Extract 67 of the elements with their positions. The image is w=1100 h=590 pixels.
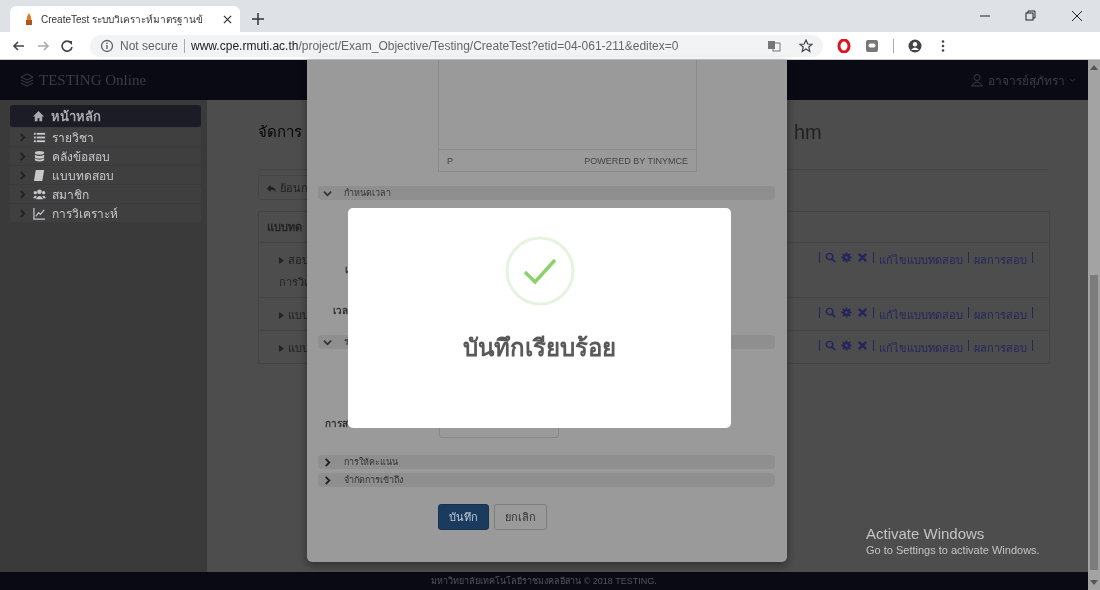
field-label: การส bbox=[325, 417, 348, 431]
reload-icon[interactable] bbox=[60, 38, 74, 53]
restore-icon[interactable] bbox=[1024, 9, 1038, 23]
delete-icon[interactable] bbox=[857, 307, 868, 318]
browser-tab[interactable]: CreateTest ระบบวิเคราะห์มาตรฐานข้ bbox=[10, 6, 240, 32]
account-icon[interactable] bbox=[908, 38, 922, 53]
save-button[interactable]: บันทึก bbox=[438, 504, 489, 530]
sidebar-item[interactable]: สมาชิก bbox=[10, 185, 201, 203]
sidebar-item[interactable]: รายวิชา bbox=[10, 128, 201, 146]
search-icon[interactable] bbox=[825, 340, 836, 351]
database-icon bbox=[33, 149, 46, 163]
activation-text: Go to Settings to activate Windows. bbox=[866, 544, 1040, 556]
section-header[interactable]: การให้คะแนน bbox=[318, 455, 775, 469]
footer-text: มหาวิทยาลัยเทคโนโลยีราชมงคลอีสาน © 2018 TESTING. bbox=[431, 575, 657, 588]
search-icon[interactable] bbox=[825, 252, 836, 263]
back-arrow-icon[interactable] bbox=[12, 38, 26, 53]
activation-title: Activate Windows bbox=[866, 525, 986, 542]
url-text: www.cpe.rmuti.ac.th/project/Exam_Objective/Testing/CreateTest?etid=04-061-211&editex=0 bbox=[191, 38, 679, 53]
page-title: จัดการ bbox=[258, 122, 303, 142]
settings-icon[interactable] bbox=[841, 340, 852, 351]
settings-icon[interactable] bbox=[841, 252, 852, 263]
field-label: เวล bbox=[333, 304, 348, 318]
scroll-up-icon[interactable] bbox=[1090, 64, 1098, 70]
sidebar-item[interactable]: หน้าหลัก bbox=[10, 105, 201, 127]
address-bar[interactable]: Not secure www.cpe.rmuti.ac.th/project/Exam_Objective/Testing/CreateTest?etid=04-061-211&editex=0 bbox=[90, 34, 823, 57]
section-header[interactable]: กำหนดเวลา bbox=[318, 186, 775, 200]
layers-icon bbox=[20, 73, 34, 87]
sidebar-item[interactable]: คลังข้อสอบ bbox=[10, 147, 201, 165]
opera-icon[interactable] bbox=[837, 38, 851, 53]
users-icon bbox=[33, 187, 46, 201]
list-icon bbox=[33, 130, 46, 144]
caret-icon bbox=[279, 311, 284, 319]
forward-arrow-icon[interactable] bbox=[36, 38, 50, 53]
settings-icon[interactable] bbox=[841, 307, 852, 318]
delete-icon[interactable] bbox=[857, 340, 868, 351]
info-icon bbox=[100, 38, 114, 53]
scroll-down-icon[interactable] bbox=[1090, 580, 1098, 586]
cancel-button[interactable]: ยกเลิก bbox=[494, 504, 547, 530]
sidebar-item[interactable]: แบบทดสอบ bbox=[10, 166, 201, 184]
alert-title: บันทึกเรียบร้อย bbox=[463, 333, 616, 363]
delete-icon[interactable] bbox=[857, 252, 868, 263]
home-icon bbox=[32, 109, 45, 123]
success-check-icon bbox=[504, 236, 575, 306]
caret-icon bbox=[1069, 76, 1076, 84]
chevron-down-icon bbox=[323, 188, 332, 198]
field-label: เ bbox=[345, 263, 348, 277]
caret-icon bbox=[279, 344, 284, 352]
search-icon[interactable] bbox=[825, 307, 836, 318]
star-icon[interactable] bbox=[799, 38, 813, 53]
editor-branding: POWERED BY TINYMCE bbox=[584, 155, 688, 166]
text-editor[interactable]: P POWERED BY TINYMCE bbox=[438, 60, 697, 172]
user-icon bbox=[970, 73, 984, 87]
close-icon[interactable] bbox=[223, 14, 232, 24]
element-path: P bbox=[447, 155, 453, 166]
chart-icon bbox=[33, 206, 46, 220]
sidebar-item[interactable]: การวิเคราะห์ bbox=[10, 204, 201, 222]
book-icon bbox=[33, 168, 46, 182]
flame-icon bbox=[24, 13, 34, 25]
close-icon[interactable] bbox=[1070, 9, 1084, 23]
chevron-down-icon bbox=[323, 337, 332, 347]
reply-arrow-icon bbox=[266, 182, 277, 194]
scrollbar[interactable] bbox=[1088, 60, 1100, 590]
translate-icon[interactable] bbox=[767, 38, 781, 53]
chat-bubble-icon[interactable] bbox=[865, 38, 879, 53]
caret-icon bbox=[279, 256, 284, 264]
security-label: Not secure bbox=[120, 38, 179, 53]
section-header[interactable]: จำกัดการเข้าถึง bbox=[318, 473, 775, 487]
